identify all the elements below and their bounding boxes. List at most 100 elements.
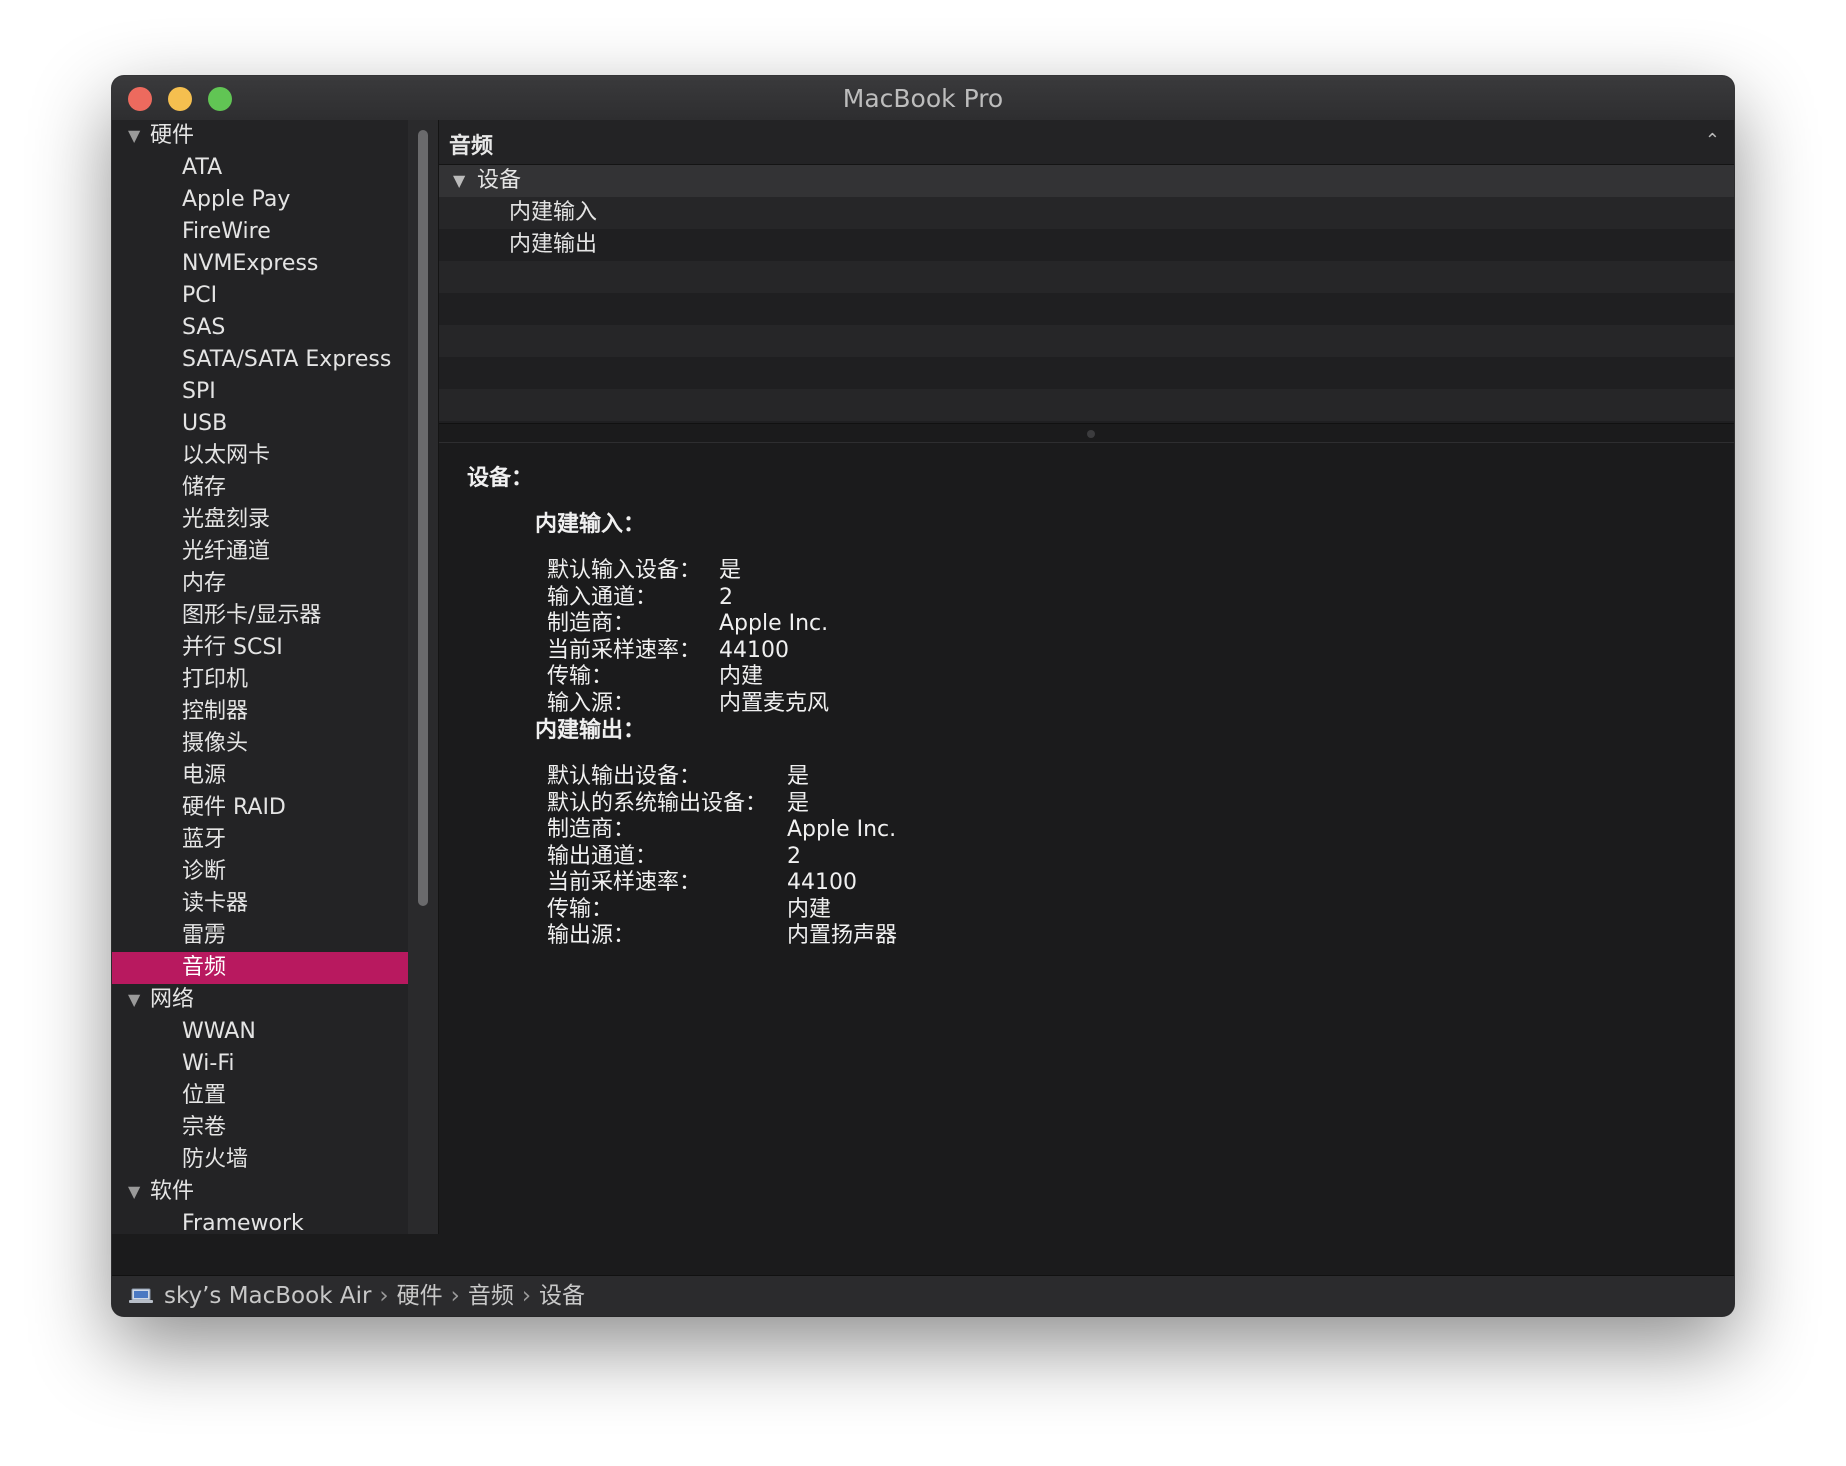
breadcrumb-item[interactable]: 设备 — [539, 1283, 585, 1309]
property-value: 2 — [787, 843, 801, 869]
sidebar-item[interactable]: 以太网卡 — [112, 440, 408, 472]
input-device-title: 内建输入： — [535, 512, 646, 537]
splitter-handle-icon[interactable] — [1086, 430, 1095, 438]
property-row: 输入源： 内置麦克风 — [547, 690, 829, 717]
sidebar-item[interactable]: 打印机 — [112, 664, 408, 696]
sidebar-scroll-thumb[interactable] — [418, 130, 428, 906]
breadcrumb-item[interactable]: 硬件 — [397, 1283, 443, 1309]
sidebar-item[interactable]: 图形卡/显示器 — [112, 600, 408, 632]
property-key: 输出通道： — [547, 843, 658, 869]
property-row: 制造商： Apple Inc. — [547, 611, 828, 637]
disclosure-triangle-icon[interactable]: ▼ — [128, 1176, 140, 1208]
property-key: 默认的系统输出设备： — [547, 790, 768, 816]
content-pane: 音频 ⌃ ▼ 设备 内建输入 内建输出 设备： 内建输入： 内建输出： 默认输入… — [439, 120, 1734, 1234]
sidebar-item[interactable]: PCI — [112, 280, 408, 312]
disclosure-triangle-icon[interactable]: ▼ — [128, 984, 140, 1016]
sidebar-item[interactable]: 蓝牙 — [112, 824, 408, 856]
property-key: 输入源： — [547, 690, 636, 716]
sidebar-item[interactable]: FireWire — [112, 216, 408, 248]
property-key: 当前采样速率： — [547, 870, 702, 895]
property-row: 传输： 内建 — [547, 897, 831, 923]
laptop-icon — [129, 1288, 153, 1303]
property-value: 内建 — [787, 896, 832, 922]
sidebar-item[interactable]: 读卡器 — [112, 888, 408, 920]
property-value: 内置麦克风 — [719, 690, 830, 716]
property-row: 当前采样速率： 44100 — [547, 870, 857, 896]
sidebar-group[interactable]: ▼ 网络 — [112, 984, 408, 1016]
property-row: 传输： 内建 — [547, 664, 763, 690]
property-key: 默认输入设备： — [547, 558, 702, 583]
property-row: 制造商： Apple Inc. — [547, 817, 896, 843]
breadcrumb-separator: › — [521, 1283, 532, 1309]
sidebar-item[interactable]: 硬件 RAID — [112, 792, 408, 824]
sidebar-item[interactable]: 控制器 — [112, 696, 408, 728]
tree-empty-row — [439, 261, 1734, 293]
detail-heading: 设备： — [467, 466, 534, 491]
sidebar-item[interactable]: 摄像头 — [112, 728, 408, 760]
tree-empty-row — [439, 325, 1734, 357]
disclosure-triangle-icon[interactable]: ▼ — [453, 165, 465, 197]
property-key: 输出源： — [547, 923, 636, 948]
property-key: 输入通道： — [547, 584, 658, 610]
sidebar-item[interactable]: SAS — [112, 312, 408, 344]
sidebar-item[interactable]: SATA/SATA Express — [112, 344, 408, 376]
sidebar-item[interactable]: 电源 — [112, 760, 408, 792]
sidebar-item[interactable]: 并行 SCSI — [112, 632, 408, 664]
pane-splitter[interactable] — [439, 423, 1734, 443]
property-row: 输入通道： 2 — [547, 584, 733, 611]
sidebar-item[interactable]: 储存 — [112, 472, 408, 504]
sidebar-group[interactable]: ▼ 硬件 — [112, 120, 408, 152]
sidebar-group[interactable]: ▼ 软件 — [112, 1176, 408, 1208]
disclosure-triangle-icon[interactable]: ▼ — [128, 120, 140, 152]
breadcrumb-item[interactable]: 音频 — [468, 1283, 514, 1309]
window-title: MacBook Pro — [842, 84, 1004, 113]
breadcrumb-item[interactable]: sky’s MacBook Air — [164, 1283, 371, 1309]
sidebar-group-label: 网络 — [150, 987, 195, 1012]
property-row: 当前采样速率： 44100 — [547, 637, 789, 664]
tree-group-devices[interactable]: ▼ 设备 — [439, 165, 1734, 197]
property-value: 2 — [719, 584, 733, 610]
property-row: 默认输入设备： 是 — [547, 558, 741, 584]
sidebar-item[interactable]: NVMExpress — [112, 248, 408, 280]
sidebar-item[interactable]: Wi-Fi — [112, 1048, 408, 1080]
property-value: 44100 — [719, 637, 789, 663]
sidebar-item[interactable]: ATA — [112, 152, 408, 184]
sidebar-item[interactable]: 内存 — [112, 568, 408, 600]
property-key: 制造商： — [547, 611, 636, 636]
sidebar-item[interactable]: SPI — [112, 376, 408, 408]
path-bar: sky’s MacBook Air › 硬件 › 音频 › 设备 — [112, 1275, 1734, 1316]
sidebar-item[interactable]: 光纤通道 — [112, 536, 408, 568]
property-value: Apple Inc. — [787, 817, 897, 842]
sidebar-scrollbar[interactable] — [408, 120, 439, 1234]
sidebar-item[interactable]: WWAN — [112, 1016, 408, 1048]
tree-empty-row — [439, 389, 1734, 421]
sidebar-item[interactable]: 诊断 — [112, 856, 408, 888]
breadcrumb-separator: › — [450, 1283, 460, 1309]
sidebar-item[interactable]: USB — [112, 408, 408, 440]
section-title: 音频 — [449, 134, 494, 159]
tree-group-label: 设备 — [477, 168, 522, 193]
sidebar-item[interactable]: 位置 — [112, 1080, 408, 1112]
tree-empty-row — [439, 357, 1734, 389]
property-value: 是 — [787, 790, 810, 816]
tree-item-label: 内建输出 — [509, 232, 598, 257]
chevron-up-icon[interactable]: ⌃ — [1705, 130, 1720, 151]
sidebar: ▼ 硬件 ATA Apple Pay FireWire NVMExpress PCI SAS S… — [112, 120, 408, 1234]
sidebar-group-label: 软件 — [150, 1179, 195, 1204]
sidebar-item[interactable]: Apple Pay — [112, 184, 408, 216]
detail-pane: 设备： 内建输入： 内建输出： 默认输入设备：是输入通道： 2 制造商： Apple … — [439, 442, 1734, 1234]
sidebar-item[interactable]: 音频 — [112, 952, 408, 984]
sidebar-item[interactable]: 宗卷 — [112, 1112, 408, 1144]
title-bar: MacBook Pro — [112, 76, 1734, 121]
tree-item-builtin-output[interactable]: 内建输出 — [439, 229, 1734, 261]
tree-item-builtin-input[interactable]: 内建输入 — [439, 197, 1734, 229]
sidebar-item[interactable]: Framework — [112, 1208, 408, 1234]
sidebar-item[interactable]: 光盘刻录 — [112, 504, 408, 536]
tree-empty-row — [439, 293, 1734, 325]
property-key: 当前采样速率： — [547, 637, 702, 663]
sidebar-item[interactable]: 雷雳 — [112, 920, 408, 952]
breadcrumb-separator: › — [379, 1283, 389, 1309]
output-device-title: 内建输出： — [535, 718, 646, 743]
sidebar-group-label: 硬件 — [150, 123, 195, 148]
sidebar-item[interactable]: 防火墙 — [112, 1144, 408, 1176]
